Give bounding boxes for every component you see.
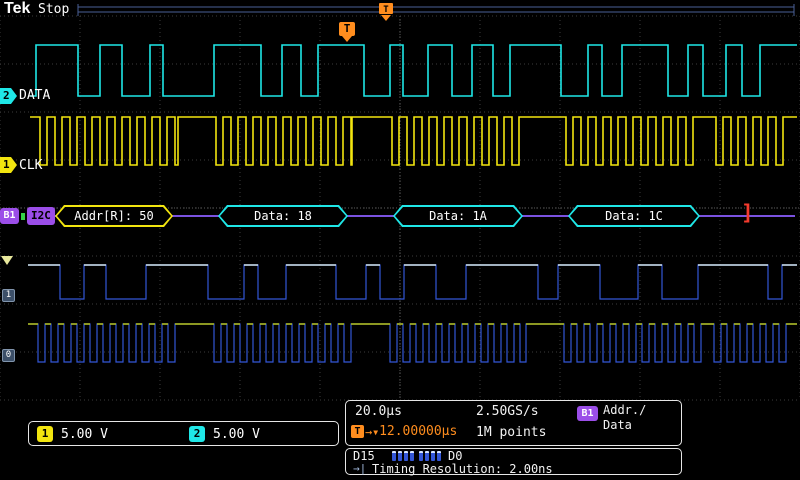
decode-packet-label: Data: 1A — [393, 205, 523, 227]
timing-resolution-icon: →| — [353, 462, 366, 475]
d0-trace-low — [28, 324, 797, 362]
timing-resolution-readout: Timing Resolution: 2.00ns — [372, 462, 553, 476]
ch2-scale: 5.00 V — [213, 427, 260, 442]
trigger-t-icon: T — [339, 22, 355, 36]
tek-logo: Tek — [4, 0, 30, 18]
bus-mode-line2: Data — [603, 418, 632, 432]
trigger-arrow-icon: → — [365, 425, 372, 439]
d15-label: D15 — [353, 449, 375, 463]
trigger-position-pin: T — [339, 22, 355, 42]
digital-activity-bar-icon — [410, 451, 414, 461]
oscilloscope-screen: T Tek Stop T 2 DATA 1 CLK B1 I2C Addr[R]… — [0, 0, 800, 480]
digital-activity-bar-icon — [392, 451, 396, 461]
ch2-signal-label: DATA — [19, 88, 50, 103]
d1-channel-marker: 1 — [2, 289, 15, 302]
decode-packet-label: Data: 1C — [568, 205, 700, 227]
digital-activity-bar-icon — [437, 451, 441, 461]
decode-packet-data-2: Data: 1A — [393, 205, 523, 227]
channel-readout-box: 1 5.00 V 2 5.00 V — [28, 421, 339, 446]
horizontal-trigger-readout-box: 20.0µs 2.50GS/s 1M points T → ▼ 12.00000… — [345, 400, 682, 446]
digital-activity-bar-icon — [419, 451, 423, 461]
decode-packet-data-3: Data: 1C — [568, 205, 700, 227]
digital-channels-readout-box: D15 D0 →| Timing Resolution: 2.00ns — [345, 448, 682, 475]
decode-packet-label: Addr[R]: 50 — [55, 205, 173, 227]
trigger-position-value: 12.00000µs — [379, 424, 457, 439]
digital-activity-icons — [392, 451, 441, 461]
ch1-signal-label: CLK — [19, 158, 42, 173]
ch1-scale: 5.00 V — [61, 427, 108, 442]
trigger-level-icon: ▼ — [373, 428, 378, 437]
ch1-badge: 1 — [37, 426, 53, 442]
d0-label: D0 — [448, 449, 462, 463]
bus-stop-bracket: ] — [741, 201, 754, 225]
svg-text:T: T — [383, 5, 389, 15]
bus-start-dot — [21, 213, 25, 220]
bus-mode-line1: Addr./ — [603, 403, 646, 417]
ch2-readout: 2 5.00 V — [189, 426, 260, 442]
digital-activity-bar-icon — [425, 451, 429, 461]
trigger-pin-arrow-icon — [342, 36, 352, 42]
ch1-readout: 1 5.00 V — [37, 426, 108, 442]
ch2-badge: 2 — [189, 426, 205, 442]
digital-activity-bar-icon — [431, 451, 435, 461]
digital-activity-group — [392, 451, 414, 461]
d1-trace-low — [28, 265, 797, 299]
record-view-bar: T — [78, 3, 794, 21]
trigger-position-readout: T → ▼ 12.00000µs — [351, 424, 457, 439]
d0-channel-marker: 0 — [2, 349, 15, 362]
samplerate-readout: 2.50GS/s — [476, 404, 539, 419]
record-trigger-marker: T — [379, 3, 393, 21]
decode-packet-label: Data: 18 — [218, 205, 348, 227]
bus-b1-position-marker: B1 — [0, 208, 19, 224]
ch2-data-trace — [30, 45, 797, 96]
timebase-readout: 20.0µs — [355, 404, 402, 419]
ch1-clk-trace — [30, 117, 797, 165]
bus-b1-badge: B1 — [577, 406, 598, 421]
digital-activity-bar-icon — [404, 451, 408, 461]
digital-group-marker-icon — [1, 256, 13, 265]
record-length-readout: 1M points — [476, 425, 546, 440]
decode-packet-address: Addr[R]: 50 — [55, 205, 173, 227]
bus-type-badge: I2C — [27, 207, 55, 225]
decode-packet-data-1: Data: 18 — [218, 205, 348, 227]
acquisition-status: Stop — [38, 2, 69, 17]
trigger-t-icon: T — [351, 425, 364, 438]
digital-activity-group — [419, 451, 441, 461]
digital-activity-bar-icon — [398, 451, 402, 461]
